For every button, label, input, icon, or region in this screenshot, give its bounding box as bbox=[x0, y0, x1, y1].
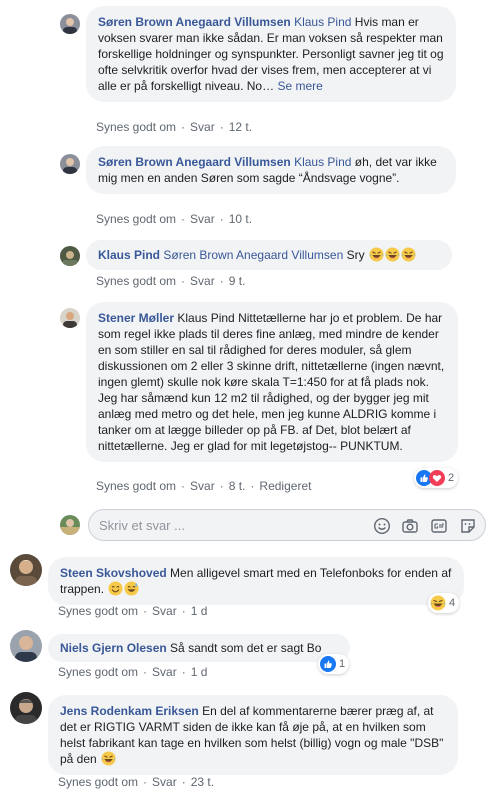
reply-link[interactable]: Svar bbox=[190, 212, 215, 226]
comment-mention[interactable]: Klaus Pind bbox=[294, 155, 351, 169]
like-link[interactable]: Synes godt om bbox=[96, 120, 176, 134]
avatar[interactable] bbox=[10, 630, 42, 662]
reply-link[interactable]: Svar bbox=[190, 120, 215, 134]
comment-bubble: Niels Gjern Olesen Så sandt som det er s… bbox=[48, 634, 350, 662]
comment-meta: Synes godt om · Svar · 23 t. bbox=[58, 775, 215, 789]
comment-bubble: Stener Møller Klaus Pind Nittetællerne h… bbox=[86, 302, 458, 462]
comment-author[interactable]: Jens Rodenkam Eriksen bbox=[60, 704, 199, 718]
timestamp[interactable]: 10 t. bbox=[229, 212, 252, 226]
love-reaction-icon bbox=[429, 470, 445, 486]
comment-mention[interactable]: Søren Brown Anegaard Villumsen bbox=[163, 248, 343, 262]
comment-author[interactable]: Niels Gjern Olesen bbox=[60, 641, 167, 655]
comment-author[interactable]: Søren Brown Anegaard Villumsen bbox=[98, 15, 291, 29]
smiling-emoji-icon bbox=[108, 581, 123, 596]
comment-text: Klaus Pind Nittetællerne har jo et probl… bbox=[98, 311, 445, 453]
comment-text: Så sandt som det er sagt Bo bbox=[166, 641, 322, 655]
comment-meta: Synes godt om · Svar · 10 t. bbox=[96, 212, 253, 226]
comment-author[interactable]: Steen Skovshoved bbox=[60, 566, 167, 580]
comment-author[interactable]: Klaus Pind bbox=[98, 248, 160, 262]
avatar[interactable] bbox=[60, 308, 80, 328]
reply-link[interactable]: Svar bbox=[152, 604, 177, 618]
comment-meta: Synes godt om · Svar · 9 t. bbox=[96, 274, 246, 288]
timestamp[interactable]: 12 t. bbox=[229, 120, 252, 134]
comment-meta: Synes godt om · Svar · 1 d bbox=[58, 665, 208, 679]
comment-bubble: Jens Rodenkam Eriksen En del af kommenta… bbox=[48, 695, 458, 775]
reply-link[interactable]: Svar bbox=[190, 274, 215, 288]
avatar[interactable] bbox=[60, 246, 80, 266]
like-reaction-icon bbox=[320, 656, 336, 672]
reaction-count: 4 bbox=[449, 597, 456, 609]
comment-bubble: Steen Skovshoved Men alligevel smart med… bbox=[48, 557, 464, 605]
edited-label: Redigeret bbox=[259, 479, 312, 493]
avatar[interactable] bbox=[60, 14, 80, 34]
laughing-emoji-icon bbox=[385, 247, 400, 262]
sticker-icon[interactable] bbox=[459, 517, 477, 535]
timestamp[interactable]: 1 d bbox=[191, 665, 208, 679]
laughing-emoji-icon bbox=[369, 247, 384, 262]
grinning-sweat-emoji-icon bbox=[124, 581, 139, 596]
reaction-summary[interactable]: 2 bbox=[414, 468, 459, 488]
reply-link[interactable]: Svar bbox=[152, 665, 177, 679]
laughing-emoji-icon bbox=[101, 751, 116, 766]
laughing-emoji-icon bbox=[401, 247, 416, 262]
like-link[interactable]: Synes godt om bbox=[96, 479, 176, 493]
timestamp[interactable]: 9 t. bbox=[229, 274, 246, 288]
gif-icon[interactable] bbox=[430, 517, 448, 535]
comment-author[interactable]: Stener Møller bbox=[98, 311, 174, 325]
avatar[interactable] bbox=[60, 154, 80, 174]
comment-bubble: Søren Brown Anegaard Villumsen Klaus Pin… bbox=[86, 146, 456, 194]
like-link[interactable]: Synes godt om bbox=[58, 775, 138, 789]
timestamp[interactable]: 1 d bbox=[191, 604, 208, 618]
comment-meta: Synes godt om · Svar · 8 t. · Redigeret bbox=[96, 479, 312, 493]
comment-author[interactable]: Søren Brown Anegaard Villumsen bbox=[98, 155, 291, 169]
avatar[interactable] bbox=[10, 692, 42, 724]
timestamp[interactable]: 8 t. bbox=[229, 479, 246, 493]
camera-icon[interactable] bbox=[401, 517, 419, 535]
laughing-reaction-icon bbox=[430, 595, 446, 611]
see-more-link[interactable]: Se mere bbox=[277, 79, 322, 93]
reaction-summary[interactable]: 1 bbox=[318, 654, 350, 674]
comment-bubble: Klaus Pind Søren Brown Anegaard Villumse… bbox=[86, 240, 452, 270]
timestamp[interactable]: 23 t. bbox=[191, 775, 214, 789]
like-link[interactable]: Synes godt om bbox=[96, 274, 176, 288]
comment-mention[interactable]: Klaus Pind bbox=[294, 15, 351, 29]
reply-link[interactable]: Svar bbox=[190, 479, 215, 493]
like-link[interactable]: Synes godt om bbox=[58, 665, 138, 679]
current-user-avatar bbox=[60, 515, 80, 535]
reaction-summary[interactable]: 4 bbox=[428, 593, 460, 613]
comment-bubble: Søren Brown Anegaard Villumsen Klaus Pin… bbox=[86, 6, 456, 102]
reply-link[interactable]: Svar bbox=[152, 775, 177, 789]
avatar[interactable] bbox=[10, 554, 42, 586]
emoji-picker-icon[interactable] bbox=[373, 517, 391, 535]
comment-meta: Synes godt om · Svar · 12 t. bbox=[96, 120, 253, 134]
reaction-count: 2 bbox=[448, 472, 455, 484]
reply-box bbox=[88, 509, 486, 541]
comment-text: Sry bbox=[343, 248, 365, 262]
like-link[interactable]: Synes godt om bbox=[96, 212, 176, 226]
comment-meta: Synes godt om · Svar · 1 d bbox=[58, 604, 208, 618]
reply-input[interactable] bbox=[99, 516, 359, 534]
like-link[interactable]: Synes godt om bbox=[58, 604, 138, 618]
reaction-count: 1 bbox=[339, 658, 346, 670]
